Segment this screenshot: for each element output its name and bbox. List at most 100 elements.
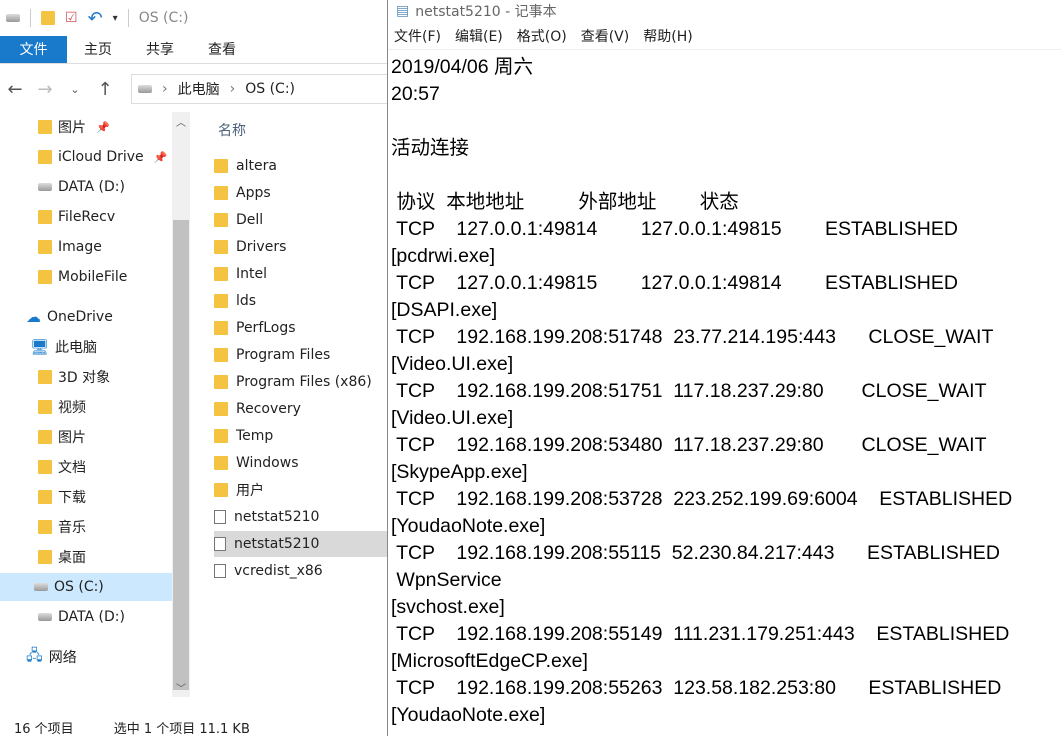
column-header-name[interactable]: 名称 [218,120,246,140]
scroll-up-icon[interactable]: ︿ [172,114,190,129]
folder-icon [214,186,228,200]
file-list-item[interactable]: Windows [214,450,388,476]
file-list-item[interactable]: altera [214,153,388,179]
navigation-pane-scrollbar[interactable]: ︿ ﹀ [172,112,190,697]
file-list-item[interactable]: netstat5210 [214,531,388,557]
folder-icon [214,213,228,227]
file-list-item[interactable]: Apps [214,180,388,206]
sidebar-item[interactable]: 音乐 [38,513,86,541]
drive-icon [138,85,152,93]
sidebar-item[interactable]: 下载 [38,483,86,511]
file-list-item[interactable]: Drivers [214,234,388,260]
file-list-item[interactable]: netstat5210 [214,504,388,530]
sidebar-item[interactable]: ☁ OneDrive [26,303,113,331]
file-list-item[interactable]: Dell [214,207,388,233]
scroll-down-icon[interactable]: ﹀ [172,680,190,695]
menu-format[interactable]: 格式(O) [517,26,567,46]
drive-icon [34,583,48,591]
sidebar-item-label: Image [58,239,102,255]
menu-help[interactable]: 帮助(H) [643,26,692,46]
breadcrumb-this-pc[interactable]: 此电脑 [178,79,220,99]
sidebar-item[interactable]: DATA (D:) [38,173,125,201]
sidebar-item-label: 此电脑 [55,340,98,356]
tab-home[interactable]: 主页 [67,36,129,63]
file-list-item[interactable]: 用户 [214,477,388,503]
sidebar-item[interactable]: 3D 对象 [38,363,110,391]
undo-icon[interactable]: ↶ [88,8,103,29]
divider [127,9,129,27]
file-list-item[interactable]: PerfLogs [214,315,388,341]
file-list-item[interactable]: Intel [214,261,388,287]
customize-dropdown-icon[interactable]: ▾ [113,13,118,24]
file-name: lds [236,293,257,309]
file-list-item[interactable]: Recovery [214,396,388,422]
address-bar[interactable]: › 此电脑 › OS (C:) [131,74,388,104]
folder-icon [38,270,52,284]
folder-icon [214,456,228,470]
new-folder-icon[interactable] [41,11,55,25]
tab-file[interactable]: 文件 [0,36,67,63]
file-list-item[interactable]: vcredist_x86 [214,558,388,584]
forward-button[interactable]: → [30,79,60,100]
sidebar-item[interactable]: 图片 [38,423,86,451]
sidebar-item[interactable]: FileRecv [38,203,115,231]
text-editor[interactable]: 2019/04/06 周六 20:57 活动连接 协议 本地地址 外部地址 状态 T… [391,54,1012,729]
sidebar-item-label: 下载 [58,490,86,506]
drive-icon [38,183,52,191]
breadcrumb-os-c[interactable]: OS (C:) [245,81,295,97]
menu-file[interactable]: 文件(F) [394,26,441,46]
sidebar-item-label: 视频 [58,400,86,416]
sidebar-item[interactable]: 图片 📌 [38,113,110,141]
videos-icon [38,400,52,414]
sidebar-item[interactable]: 文档 [38,453,86,481]
file-list-item[interactable]: Program Files (x86) [214,369,388,395]
divider [30,9,31,27]
text-line: TCP 192.168.199.208:55263 123.58.182.253… [391,677,1002,699]
item-count: 16 个项目 [14,722,74,737]
sidebar-item-label: 3D 对象 [58,370,111,386]
sidebar-item[interactable]: iCloud Drive 📌 [38,143,167,171]
menu-edit[interactable]: 编辑(E) [455,26,503,46]
network-icon: 🖧 [26,645,43,664]
file-name: Recovery [236,401,301,417]
text-line: TCP 127.0.0.1:49815 127.0.0.1:49814 ESTA… [391,272,958,294]
sidebar-item-label: 文档 [58,460,86,476]
tab-share[interactable]: 共享 [129,36,191,63]
back-button[interactable]: ← [0,79,30,100]
ribbon-tabs: 文件 主页 共享 查看 [0,36,388,64]
file-name: vcredist_x86 [234,563,323,579]
text-line: TCP 127.0.0.1:49814 127.0.0.1:49815 ESTA… [391,218,958,240]
music-icon [38,520,52,534]
folder-icon [214,402,228,416]
text-line: TCP 192.168.199.208:51748 23.77.214.195:… [391,326,994,348]
file-list-item[interactable]: Temp [214,423,388,449]
recent-locations-button[interactable]: ⌄ [60,83,90,96]
sidebar-item[interactable]: 🖥 此电脑 [30,333,97,361]
sidebar-item[interactable]: Image [38,233,102,261]
sidebar-item[interactable]: 视频 [38,393,86,421]
navigation-bar: ← → ⌄ ↑ › 此电脑 › OS (C:) [0,72,388,106]
pin-icon: 📌 [153,150,168,164]
sidebar-item[interactable]: 🖧 网络 [26,643,77,671]
properties-icon[interactable]: ☑ [65,10,78,26]
file-list-item[interactable]: Program Files [214,342,388,368]
drive-icon [6,14,20,22]
menu-view[interactable]: 查看(V) [581,26,630,46]
folder-icon [214,483,228,497]
tab-view[interactable]: 查看 [191,36,253,63]
text-line: [DSAPI.exe] [391,299,498,321]
scrollbar-thumb[interactable] [173,220,189,690]
sidebar-item[interactable]: DATA (D:) [38,603,125,631]
sidebar-item[interactable]: 桌面 [38,543,86,571]
downloads-icon [38,490,52,504]
sidebar-item[interactable]: MobileFile [38,263,127,291]
file-name: Temp [236,428,274,444]
sidebar-item[interactable]: OS (C:) [0,573,172,601]
window-title: netstat5210 - 记事本 [415,4,557,20]
cloud-icon: ☁ [26,308,41,326]
text-line: TCP 192.168.199.208:55115 52.230.84.217:… [391,542,1000,564]
text-line: [SkypeApp.exe] [391,461,528,483]
up-button[interactable]: ↑ [90,79,120,100]
text-line [391,108,1012,135]
file-list-item[interactable]: lds [214,288,388,314]
